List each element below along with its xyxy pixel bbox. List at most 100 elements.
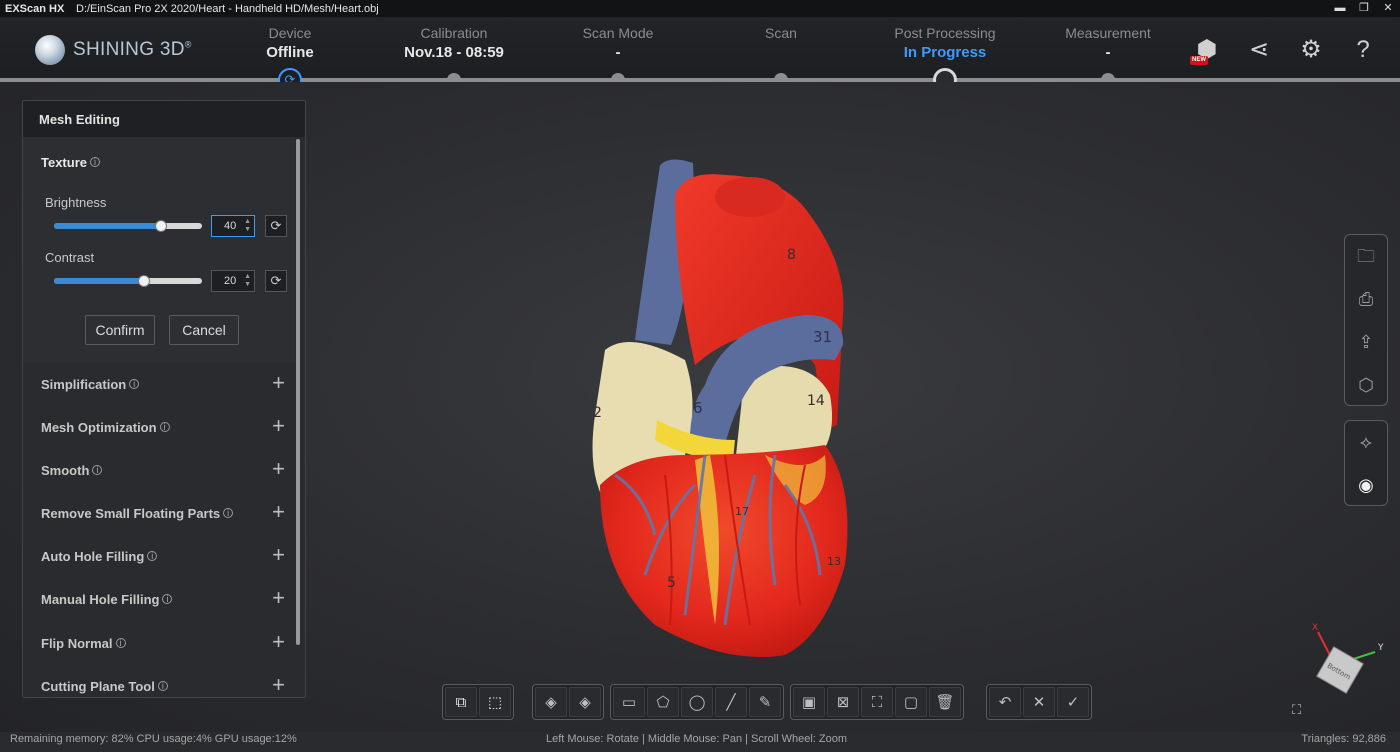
- step-scan[interactable]: Scan: [706, 25, 856, 44]
- section-label: Flip Normal: [41, 635, 113, 651]
- contrast-reset-icon[interactable]: ⟳: [265, 270, 287, 292]
- heart-label: 6: [693, 399, 703, 417]
- help-icon[interactable]: ?: [1346, 35, 1380, 65]
- settings-icon[interactable]: ⚙: [1294, 35, 1328, 65]
- info-icon[interactable]: i: [162, 594, 173, 604]
- selection-tools-group: ▭ ⬠ ◯ ╱ ✎: [610, 684, 784, 720]
- section-label: Auto Hole Filling: [41, 548, 145, 564]
- spin-arrows-icon[interactable]: ▲ ▼: [244, 273, 251, 289]
- brightness-spinbox[interactable]: 40 ▲ ▼: [211, 215, 255, 237]
- texture-header[interactable]: Texture i: [23, 141, 295, 183]
- perspective-icon[interactable]: ⧉: [445, 687, 477, 717]
- fit-view-icon[interactable]: ⛶: [1292, 702, 1301, 718]
- section-cutting-plane-tool[interactable]: Cutting Plane Tool i +: [23, 665, 295, 697]
- open-folder-icon[interactable]: 🗀: [1345, 235, 1387, 278]
- layer-group: ◈ ◈: [532, 684, 604, 720]
- front-layer-icon[interactable]: ◈: [535, 687, 567, 717]
- status-bar: Remaining memory: 82% CPU usage:4% GPU u…: [0, 732, 1400, 752]
- expand-plus-icon[interactable]: +: [272, 415, 285, 437]
- panel-scrollbar[interactable]: [296, 139, 300, 645]
- contrast-slider-fill: [54, 278, 145, 284]
- invert-selection-icon[interactable]: ⛶: [861, 687, 893, 717]
- rectangle-select-icon[interactable]: ▭: [613, 687, 645, 717]
- window-controls: ▬ ❐ ✕: [1328, 0, 1400, 17]
- info-icon[interactable]: i: [157, 681, 168, 691]
- confirm-button[interactable]: Confirm: [85, 315, 155, 345]
- view-toggle-group: ⧉ ⬚: [442, 684, 514, 720]
- brightness-slider-fill: [54, 223, 161, 229]
- axis-gizmo[interactable]: X Y Bottom: [1290, 620, 1390, 700]
- section-remove-floating-parts[interactable]: Remove Small Floating Parts i +: [23, 492, 295, 534]
- contrast-slider[interactable]: [54, 275, 202, 287]
- info-icon[interactable]: i: [147, 551, 158, 561]
- info-icon[interactable]: i: [129, 379, 140, 389]
- contrast-spinbox[interactable]: 20 ▲ ▼: [211, 270, 255, 292]
- model-library-icon[interactable]: ⬢ NEW: [1190, 35, 1224, 65]
- mesh-view-icon[interactable]: ⟡: [1345, 421, 1387, 464]
- delete-selection-icon[interactable]: 🗑: [929, 687, 961, 717]
- deselect-icon[interactable]: ⊠: [827, 687, 859, 717]
- section-mesh-optimization[interactable]: Mesh Optimization i +: [23, 406, 295, 448]
- step-value: Offline: [266, 44, 314, 61]
- line-select-icon[interactable]: ╱: [715, 687, 747, 717]
- close-button[interactable]: ✕: [1376, 0, 1400, 17]
- polygon-select-icon[interactable]: ⬠: [647, 687, 679, 717]
- through-layer-icon[interactable]: ◈: [569, 687, 601, 717]
- axis-x-label: X: [1312, 623, 1318, 633]
- cancel-icon[interactable]: ✕: [1023, 687, 1055, 717]
- save-icon[interactable]: ⎙: [1345, 278, 1387, 321]
- contrast-slider-handle[interactable]: [138, 275, 151, 287]
- apply-check-icon[interactable]: ✓: [1057, 687, 1089, 717]
- info-icon[interactable]: i: [223, 508, 234, 518]
- brightness-reset-icon[interactable]: ⟳: [265, 215, 287, 237]
- visibility-eye-icon[interactable]: ◉: [1345, 464, 1387, 507]
- panel-title: Mesh Editing: [23, 101, 305, 137]
- lasso-select-icon[interactable]: ◯: [681, 687, 713, 717]
- info-icon[interactable]: i: [159, 422, 170, 432]
- select-connected-icon[interactable]: ▢: [895, 687, 927, 717]
- section-smooth[interactable]: Smooth i +: [23, 449, 295, 491]
- expand-plus-icon[interactable]: +: [272, 674, 285, 696]
- heart-label: 13: [827, 555, 841, 568]
- maximize-button[interactable]: ❐: [1352, 0, 1376, 17]
- section-label: Smooth: [41, 462, 90, 478]
- brightness-slider[interactable]: [54, 220, 202, 232]
- expand-plus-icon[interactable]: +: [272, 631, 285, 653]
- section-auto-hole-filling[interactable]: Auto Hole Filling i +: [23, 535, 295, 577]
- undo-icon[interactable]: ↶: [989, 687, 1021, 717]
- step-device[interactable]: Device Offline: [215, 25, 365, 61]
- minimize-button[interactable]: ▬: [1328, 0, 1352, 17]
- section-simplification[interactable]: Simplification i +: [23, 363, 295, 405]
- expand-plus-icon[interactable]: +: [272, 458, 285, 480]
- select-all-icon[interactable]: ▣: [793, 687, 825, 717]
- heart-label: 8: [787, 247, 796, 263]
- section-flip-normal[interactable]: Flip Normal i +: [23, 622, 295, 664]
- expand-plus-icon[interactable]: +: [272, 544, 285, 566]
- info-icon[interactable]: i: [92, 465, 103, 475]
- info-icon[interactable]: i: [90, 157, 100, 167]
- heart-model[interactable]: 8 31 6 2 14 5 17 13: [575, 155, 860, 660]
- expand-plus-icon[interactable]: +: [272, 501, 285, 523]
- expand-plus-icon[interactable]: +: [272, 372, 285, 394]
- cancel-button[interactable]: Cancel: [169, 315, 239, 345]
- section-label: Manual Hole Filling: [41, 591, 160, 607]
- brightness-slider-handle[interactable]: [154, 220, 167, 232]
- brightness-value: 40: [224, 220, 237, 232]
- spin-arrows-icon[interactable]: ▲ ▼: [244, 218, 251, 234]
- selection-ops-group: ▣ ⊠ ⛶ ▢ 🗑: [790, 684, 964, 720]
- section-label: Cutting Plane Tool: [41, 678, 155, 694]
- section-label: Remove Small Floating Parts: [41, 505, 221, 521]
- brush-select-icon[interactable]: ✎: [749, 687, 781, 717]
- step-measurement[interactable]: Measurement -: [1033, 25, 1183, 61]
- share-icon[interactable]: ⋖: [1242, 35, 1276, 65]
- info-icon[interactable]: i: [115, 638, 126, 648]
- cube-view-icon[interactable]: ⬡: [1345, 364, 1387, 407]
- section-manual-hole-filling[interactable]: Manual Hole Filling i +: [23, 578, 295, 620]
- expand-plus-icon[interactable]: +: [272, 587, 285, 609]
- step-calibration[interactable]: Calibration Nov.18 - 08:59: [379, 25, 529, 61]
- orthographic-icon[interactable]: ⬚: [479, 687, 511, 717]
- step-post-processing[interactable]: Post Processing In Progress: [870, 25, 1020, 61]
- step-scan-mode[interactable]: Scan Mode -: [543, 25, 693, 61]
- export-icon[interactable]: ⇪: [1345, 321, 1387, 364]
- heart-label: 2: [593, 405, 602, 421]
